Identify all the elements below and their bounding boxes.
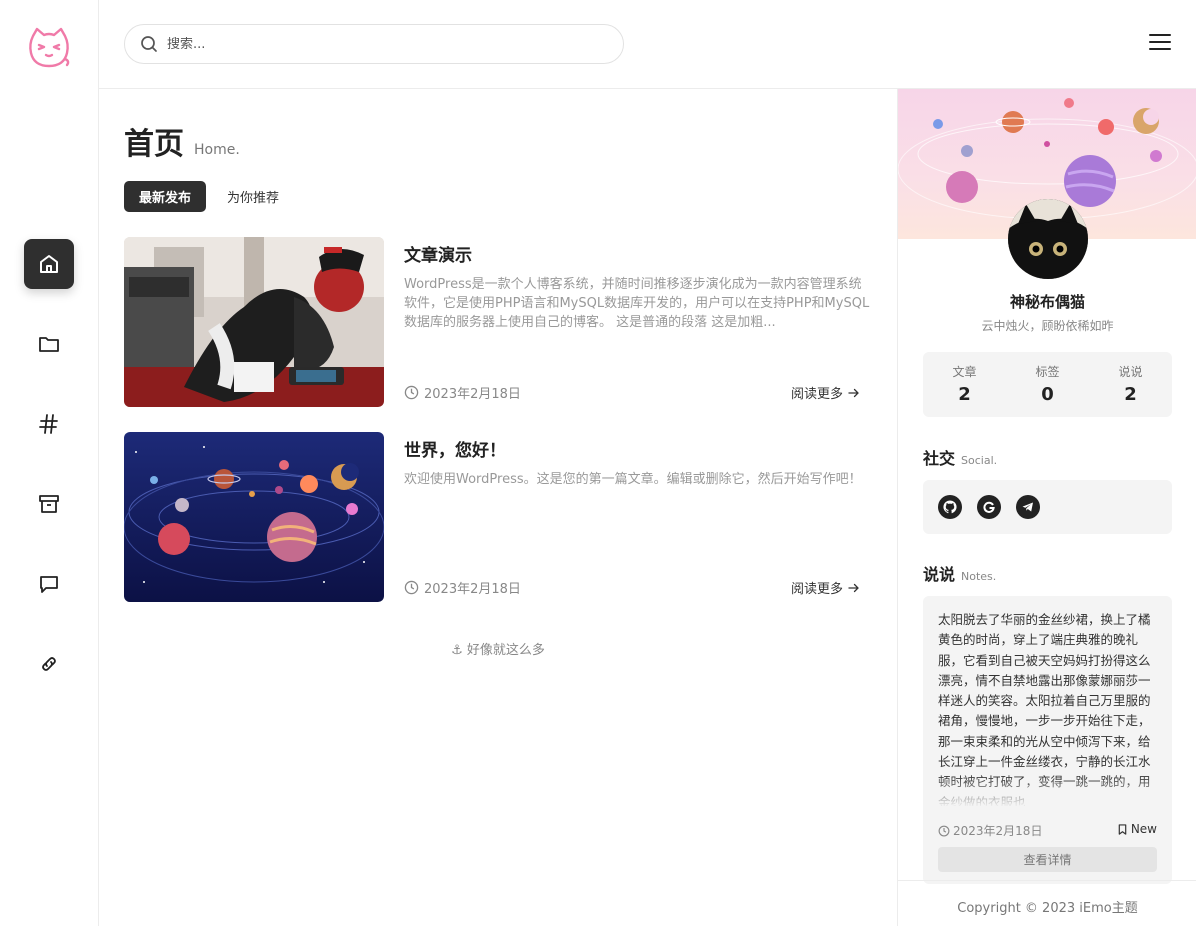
nav-links-button[interactable] — [24, 639, 74, 689]
sidebar — [0, 0, 99, 926]
main-content: 首页 Home. 最新发布 为你推荐 文章演示 WordPress是一款个人博客… — [99, 89, 897, 926]
home-icon — [40, 255, 58, 273]
profile-bio: 云中烛火，顾盼依稀如昨 — [981, 319, 1114, 333]
github-icon[interactable] — [938, 495, 962, 519]
avatar[interactable] — [1008, 199, 1088, 279]
top-bar — [99, 0, 1196, 89]
nav-comments-button[interactable] — [24, 559, 74, 609]
clock-icon — [404, 580, 419, 595]
post-thumbnail[interactable] — [124, 237, 384, 407]
google-icon[interactable] — [977, 495, 1001, 519]
social-links — [923, 480, 1172, 534]
note-card: 太阳脱去了华丽的金丝纱裙，换上了橘黄色的时尚，穿上了端庄典雅的晚礼服，它看到自己… — [923, 596, 1172, 884]
anchor-icon: ⚓ — [451, 643, 463, 658]
tab-recommended[interactable]: 为你推荐 — [212, 181, 294, 212]
profile-stats: 文章 2 标签 0 说说 2 — [923, 352, 1172, 417]
archive-icon — [39, 495, 59, 513]
message-icon — [40, 576, 58, 593]
cat-logo-icon[interactable] — [27, 26, 71, 70]
nav-archive-button[interactable] — [24, 479, 74, 529]
profile-name: 神秘布偶猫 — [1009, 293, 1085, 311]
post-card: 世界，您好！ 欢迎使用WordPress。这是您的第一篇文章。编辑或删除它，然后… — [124, 432, 874, 602]
notes-heading: 说说 Notes. — [923, 565, 997, 584]
search-icon — [141, 36, 157, 52]
clock-icon — [938, 825, 950, 836]
arrow-right-icon — [848, 388, 859, 397]
post-title[interactable]: 文章演示 — [404, 241, 472, 266]
hash-icon — [39, 414, 58, 434]
note-date: 2023年2月18日 — [938, 822, 1042, 839]
nav-category-button[interactable] — [24, 319, 74, 369]
profile-sidebar: 神秘布偶猫 云中烛火，顾盼依稀如昨 文章 2 标签 0 说说 2 社交 Soci… — [897, 89, 1196, 926]
page-title: 首页 Home. — [124, 119, 240, 163]
post-tabs: 最新发布 为你推荐 — [124, 181, 294, 212]
post-excerpt: 欢迎使用WordPress。这是您的第一篇文章。编辑或删除它，然后开始写作吧！ — [404, 472, 862, 487]
telegram-icon[interactable] — [1016, 495, 1040, 519]
note-tag: New — [1117, 822, 1157, 836]
bookmark-icon — [1118, 823, 1127, 835]
end-of-list-note: ⚓ 好像就这么多 — [451, 643, 545, 658]
nav-tags-button[interactable] — [24, 399, 74, 449]
stat-posts[interactable]: 文章 2 — [923, 352, 1006, 417]
link-icon — [42, 657, 56, 671]
footer-copyright: Copyright © 2023 iEmo主题 — [898, 880, 1196, 926]
post-thumbnail[interactable] — [124, 432, 384, 602]
post-title[interactable]: 世界，您好！ — [404, 436, 506, 461]
read-more-link[interactable]: 阅读更多 — [791, 383, 860, 402]
read-more-link[interactable]: 阅读更多 — [791, 578, 860, 597]
menu-button[interactable] — [1149, 34, 1171, 52]
search-input[interactable] — [167, 36, 587, 52]
stat-notes[interactable]: 说说 2 — [1089, 352, 1172, 417]
menu-icon — [1149, 34, 1171, 36]
search-box[interactable] — [124, 24, 624, 64]
post-excerpt: WordPress是一款个人博客系统，并随时间推移逐步演化成为一款内容管理系统软… — [404, 277, 870, 330]
page-title-text: 首页 — [124, 127, 184, 162]
post-date: 2023年2月18日 — [404, 578, 521, 597]
folder-icon — [39, 337, 59, 352]
social-heading: 社交 Social. — [923, 449, 998, 468]
stat-tags[interactable]: 标签 0 — [1006, 352, 1089, 417]
arrow-right-icon — [848, 583, 859, 592]
view-details-button[interactable]: 查看详情 — [938, 847, 1157, 872]
tab-latest[interactable]: 最新发布 — [124, 181, 207, 212]
page-subtitle: Home. — [194, 142, 240, 158]
post-date: 2023年2月18日 — [404, 383, 521, 402]
post-card: 文章演示 WordPress是一款个人博客系统，并随时间推移逐步演化成为一款内容… — [124, 237, 874, 407]
clock-icon — [404, 385, 419, 400]
nav-home-button[interactable] — [24, 239, 74, 289]
